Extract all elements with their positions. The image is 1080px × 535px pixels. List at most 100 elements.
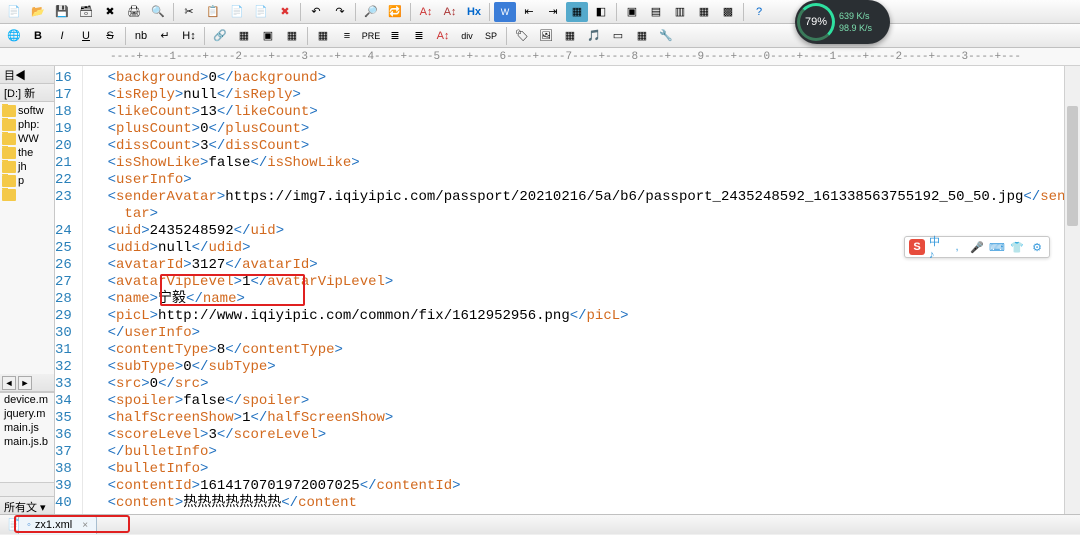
tb-table2-icon[interactable]: ▣ (257, 26, 279, 46)
ime-logo-icon[interactable]: S (909, 239, 925, 255)
tb-indent-r-icon[interactable]: ⇥ (542, 2, 564, 22)
tb-browser-icon[interactable]: 🌐 (3, 26, 25, 46)
tb-close-icon[interactable]: ✖ (99, 2, 121, 22)
tree-item[interactable]: WW (0, 132, 54, 146)
tb-save-icon[interactable]: 💾 (51, 2, 73, 22)
tb-print-icon[interactable]: 🖨 (123, 2, 145, 22)
tb-bold-button[interactable]: B (27, 26, 49, 46)
tb-heading-icon[interactable]: H↕ (178, 26, 200, 46)
tb-redo-icon[interactable]: ↷ (329, 2, 351, 22)
tb-tool-icon[interactable]: 🔧 (655, 26, 677, 46)
tb-nb-button[interactable]: nb (130, 26, 152, 46)
tree-item[interactable]: softw (0, 104, 54, 118)
tb-list1-icon[interactable]: ≣ (384, 26, 406, 46)
toolbar-row-2: 🌐 B I U S nb ↵ H↕ 🔗 ▦ ▣ ▦ ▦ ≡ PRE ≣ ≣ A↕… (0, 24, 1080, 48)
tb-indent-l-icon[interactable]: ⇤ (518, 2, 540, 22)
tab-active[interactable]: ◦ zx1.xml × (18, 516, 97, 534)
tb-panel3-icon[interactable]: ▥ (669, 2, 691, 22)
tb-br-icon[interactable]: ↵ (154, 26, 176, 46)
sidebar-path[interactable]: [D:] 新 (0, 84, 54, 102)
performance-widget[interactable]: 79% 639 K/s 98.9 K/s (795, 0, 890, 44)
sidebar-header-icon: 目◀ (4, 67, 26, 83)
tb-list2-icon[interactable]: ≣ (408, 26, 430, 46)
tb-sp-button[interactable]: SP (480, 26, 502, 46)
tb-strike-button[interactable]: S (99, 26, 121, 46)
sidebar-header-1[interactable]: 目◀ (0, 66, 54, 84)
tree-item[interactable]: jh (0, 160, 54, 174)
tb-underline-button[interactable]: U (75, 26, 97, 46)
scrollbar-thumb[interactable] (1067, 106, 1078, 226)
tree-item[interactable] (0, 188, 54, 202)
tb-help-icon[interactable]: ? (748, 2, 770, 22)
tb-open-icon[interactable]: 📂 (27, 2, 49, 22)
code-editor[interactable]: 1617181920212223242526272829303132333435… (55, 66, 1080, 514)
tb-comment-icon[interactable]: ◧ (590, 2, 612, 22)
ime-lang-button[interactable]: 中 ♪ (929, 239, 945, 255)
tb-preview-icon[interactable]: 🔍 (147, 2, 169, 22)
tb-find-icon[interactable]: 🔎 (360, 2, 382, 22)
tb-panel2-icon[interactable]: ▤ (645, 2, 667, 22)
ime-toolbar[interactable]: S 中 ♪ , 🎤 ⌨ 👕 ⚙ (904, 236, 1050, 258)
code-content[interactable]: <background>0</background> <isReply>null… (83, 66, 1080, 514)
tb-div-button[interactable]: div (456, 26, 478, 46)
tb-acolor-icon[interactable]: A↕ (432, 26, 454, 46)
tb-audio-icon[interactable]: 🎵 (583, 26, 605, 46)
tree-item[interactable]: p (0, 174, 54, 188)
tb-table3-icon[interactable]: ▦ (281, 26, 303, 46)
tb-italic-button[interactable]: I (51, 26, 73, 46)
tb-grid-icon[interactable]: ▦ (559, 26, 581, 46)
nav-back-button[interactable]: ◄ (2, 376, 16, 390)
ime-keyboard-icon[interactable]: ⌨ (989, 239, 1005, 255)
tb-panel5-icon[interactable]: ▩ (717, 2, 739, 22)
tb-word-icon[interactable]: W (494, 2, 516, 22)
ime-voice-icon[interactable]: 🎤 (969, 239, 985, 255)
ime-settings-icon[interactable]: ⚙ (1029, 239, 1045, 255)
tb-saveall-icon[interactable]: 🗃 (75, 2, 97, 22)
tb-fontsize-icon[interactable]: A↕ (415, 2, 437, 22)
tb-paste-icon[interactable]: 📄 (226, 2, 248, 22)
tb-new-icon[interactable]: 📄 (3, 2, 25, 22)
tb-image-icon[interactable]: 🖼 (535, 26, 557, 46)
recent-file-item[interactable]: main.js.b (0, 435, 54, 449)
tree-item[interactable]: php: (0, 118, 54, 132)
folder-icon (2, 105, 16, 117)
tb-font-icon[interactable]: A↕ (439, 2, 461, 22)
tab-close-button[interactable]: × (82, 520, 88, 531)
sidebar-path-text: [D:] 新 (4, 85, 35, 101)
ime-skin-icon[interactable]: 👕 (1009, 239, 1025, 255)
tb-rect-icon[interactable]: ▭ (607, 26, 629, 46)
recent-file-item[interactable]: jquery.m (0, 407, 54, 421)
tb-para-icon[interactable]: ▦ (312, 26, 334, 46)
tb-align-icon[interactable]: ≡ (336, 26, 358, 46)
tb-delete-icon[interactable]: ✖ (274, 2, 296, 22)
nav-fwd-button[interactable]: ► (18, 376, 32, 390)
tb-replace-icon[interactable]: 🔁 (384, 2, 406, 22)
tree-label: p (18, 175, 24, 187)
tab-file-icon: ◦ (27, 519, 31, 531)
tree-label: softw (18, 105, 44, 117)
tb-copy-icon[interactable]: 📋 (202, 2, 224, 22)
recent-file-item[interactable]: device.m (0, 393, 54, 407)
sidebar-filter[interactable]: 所有文 ▾ (0, 496, 54, 514)
separator (506, 27, 507, 45)
perf-upload: 639 K/s (839, 11, 872, 21)
tab-list-icon[interactable]: 📄 (3, 515, 25, 535)
tb-highlight-icon[interactable]: ▦ (566, 2, 588, 22)
tb-table4-icon[interactable]: ▦ (631, 26, 653, 46)
editor-scrollbar-vertical[interactable] (1064, 66, 1080, 514)
tree-item[interactable]: the (0, 146, 54, 160)
tb-table1-icon[interactable]: ▦ (233, 26, 255, 46)
tb-paste2-icon[interactable]: 📄 (250, 2, 272, 22)
ime-punct-button[interactable]: , (949, 239, 965, 255)
tb-hx-icon[interactable]: Hx (463, 2, 485, 22)
recent-file-item[interactable]: main.js (0, 421, 54, 435)
tb-pre-button[interactable]: PRE (360, 26, 382, 46)
sidebar-scrollbar[interactable] (0, 482, 54, 496)
tb-undo-icon[interactable]: ↶ (305, 2, 327, 22)
tb-tag-icon[interactable]: 🏷 (511, 26, 533, 46)
separator (355, 3, 356, 21)
tb-panel1-icon[interactable]: ▣ (621, 2, 643, 22)
tb-panel4-icon[interactable]: ▦ (693, 2, 715, 22)
tb-cut-icon[interactable]: ✂ (178, 2, 200, 22)
tb-link-icon[interactable]: 🔗 (209, 26, 231, 46)
